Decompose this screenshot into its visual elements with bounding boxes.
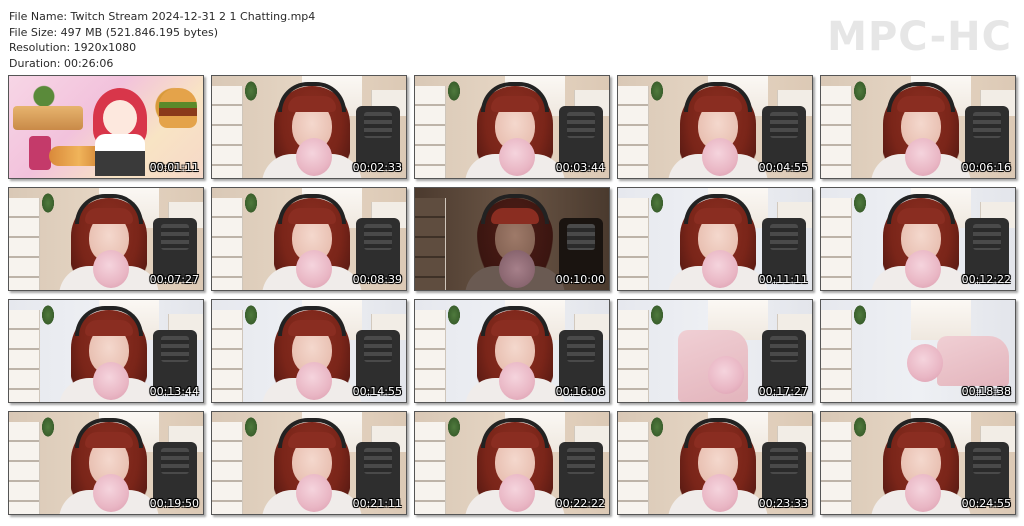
thumbnail: 00:07:27 (8, 187, 204, 291)
thumbnail: 00:06:16 (820, 75, 1016, 179)
thumbnail: 00:22:22 (414, 411, 610, 515)
timestamp: 00:16:06 (555, 385, 605, 398)
timestamp: 00:14:55 (352, 385, 402, 398)
thumbnail: 00:19:50 (8, 411, 204, 515)
thumbnail: 00:08:39 (211, 187, 407, 291)
thumbnail: 00:12:22 (820, 187, 1016, 291)
timestamp: 00:01:11 (149, 161, 199, 174)
pink-chair (29, 136, 51, 170)
timestamp: 00:07:27 (149, 273, 199, 286)
timestamp: 00:22:22 (555, 497, 605, 510)
mpc-hc-logo: MPC-HC (827, 14, 1012, 60)
timestamp: 00:08:39 (352, 273, 402, 286)
timestamp: 00:11:11 (758, 273, 808, 286)
timestamp: 00:10:00 (555, 273, 605, 286)
timestamp: 00:12:22 (961, 273, 1011, 286)
timestamp: 00:17:27 (758, 385, 808, 398)
thumbnail: 00:16:06 (414, 299, 610, 403)
thumbnail: 00:18:38 (820, 299, 1016, 403)
timestamp: 00:18:38 (961, 385, 1011, 398)
timestamp: 00:04:55 (758, 161, 808, 174)
thumbnail: 00:02:33 (211, 75, 407, 179)
thumbnail: 00:21:11 (211, 411, 407, 515)
thumbnail: 00:03:44 (414, 75, 610, 179)
burger (159, 88, 197, 128)
file-info: File Name: Twitch Stream 2024-12-31 2 1 … (9, 9, 315, 71)
timestamp: 00:03:44 (555, 161, 605, 174)
file-size: File Size: 497 MB (521.846.195 bytes) (9, 25, 219, 39)
thumbnail: 00:04:55 (617, 75, 813, 179)
thumbnail: 00:13:44 (8, 299, 204, 403)
anime-character-face (103, 100, 137, 136)
thumbnail: 00:23:33 (617, 411, 813, 515)
thumbnail-grid: 00:01:11 00:02:33 00:03:44 00:04:55 00:0… (8, 75, 1016, 515)
pink-blanket (937, 336, 1009, 386)
timestamp: 00:19:50 (149, 497, 199, 510)
file-name: File Name: Twitch Stream 2024-12-31 2 1 … (9, 10, 316, 23)
thumbnail: 00:24:55 (820, 411, 1016, 515)
thumbnail: 00:17:27 (617, 299, 813, 403)
anime-character-dress (95, 134, 145, 176)
thumbnail: 00:10:00 (414, 187, 610, 291)
timestamp: 00:02:33 (352, 161, 402, 174)
timestamp: 00:06:16 (961, 161, 1011, 174)
thumbnail: 00:01:11 (8, 75, 204, 179)
timestamp: 00:21:11 (352, 497, 402, 510)
timestamp: 00:13:44 (149, 385, 199, 398)
timestamp: 00:24:55 (961, 497, 1011, 510)
thumbnail: 00:14:55 (211, 299, 407, 403)
thumbnail: 00:11:11 (617, 187, 813, 291)
timestamp: 00:23:33 (758, 497, 808, 510)
resolution: Resolution: 1920x1080 (9, 41, 137, 54)
bakery-shelf (13, 106, 83, 130)
duration: Duration: 00:26:06 (9, 56, 114, 70)
